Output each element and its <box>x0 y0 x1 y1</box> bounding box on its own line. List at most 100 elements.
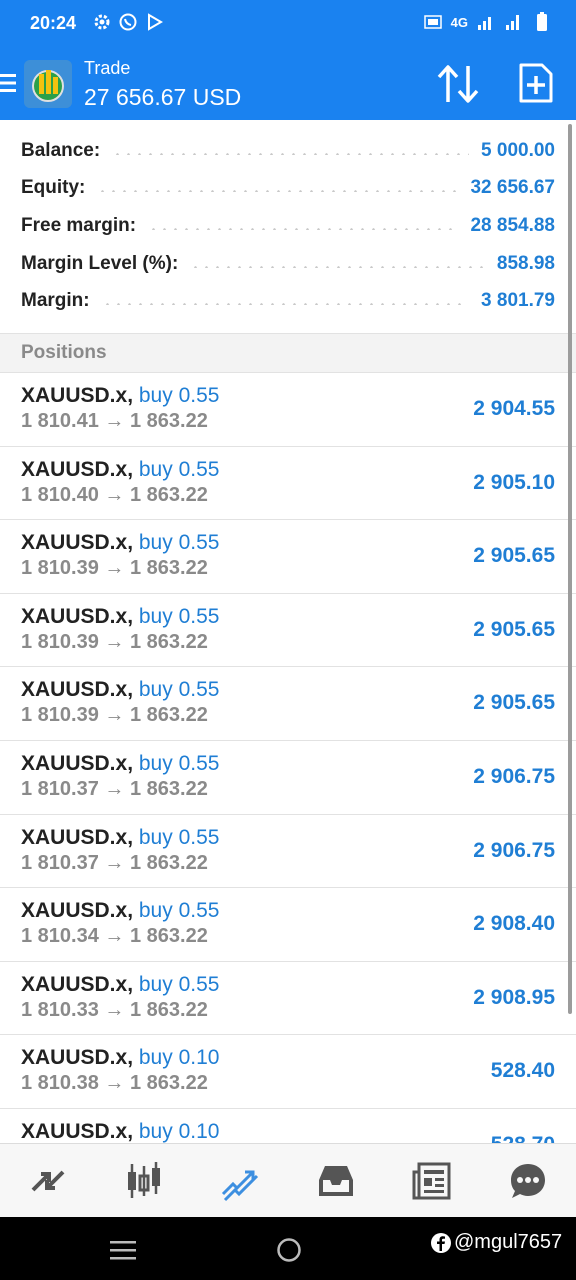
open-price: 1 810.34 <box>21 925 99 948</box>
position-title: XAUUSD.x, buy 0.55 <box>21 605 219 629</box>
open-price: 1 810.40 <box>21 483 99 506</box>
position-type-volume: buy 0.55 <box>138 604 220 628</box>
position-row[interactable]: XAUUSD.x, buy 0.55 1 810.40 → 1 863.22 2 9… <box>0 446 576 521</box>
position-title: XAUUSD.x, buy 0.55 <box>21 899 219 923</box>
position-prices: 1 810.37 → 1 863.22 <box>21 778 208 801</box>
position-title: XAUUSD.x, buy 0.55 <box>21 826 219 850</box>
position-profit: 2 908.40 <box>473 912 555 936</box>
position-profit: 2 905.10 <box>473 470 555 494</box>
quotes-icon <box>31 1170 65 1191</box>
open-price: 1 810.39 <box>21 557 99 580</box>
nav-chart[interactable] <box>96 1144 192 1217</box>
summary-value: 3 801.79 <box>481 290 555 311</box>
nav-quotes[interactable] <box>0 1144 96 1217</box>
position-type-volume: buy 0.10 <box>138 1046 220 1070</box>
current-price: 1 863.22 <box>129 925 208 948</box>
arrow-icon: → <box>104 777 125 800</box>
position-symbol: XAUUSD.x, <box>21 384 134 407</box>
summary-row-margin: Margin: 3 801.79 <box>21 286 555 316</box>
position-type-volume: buy 0.55 <box>138 751 220 775</box>
nav-trade[interactable] <box>192 1144 288 1217</box>
summary-label: Free margin: <box>21 215 137 236</box>
position-row[interactable]: XAUUSD.x, buy 0.10 1 810.38 → 1 863.22 528… <box>0 1035 576 1109</box>
position-title: XAUUSD.x, buy 0.55 <box>21 752 219 776</box>
position-title: XAUUSD.x, buy 0.55 <box>21 458 219 482</box>
position-type-volume: buy 0.55 <box>138 825 220 849</box>
positions-header-label: Positions <box>21 342 107 363</box>
gear-icon <box>94 14 110 30</box>
position-title: XAUUSD.x, buy 0.55 <box>21 973 219 997</box>
play-icon <box>148 13 163 31</box>
position-row[interactable]: XAUUSD.x, buy 0.55 1 810.39 → 1 863.22 2 9… <box>0 667 576 741</box>
home-icon[interactable] <box>276 1237 302 1263</box>
nav-chat[interactable] <box>480 1144 576 1217</box>
position-row[interactable]: XAUUSD.x, buy 0.55 1 810.33 → 1 863.22 2 9… <box>0 961 576 1036</box>
app-subtitle: Trade <box>84 58 131 78</box>
summary-row-balance: Balance: 5 000.00 <box>21 136 555 166</box>
position-row[interactable]: XAUUSD.x, buy 0.55 1 810.37 → 1 863.22 2 9… <box>0 740 576 815</box>
position-prices: 1 810.38 → 1 863.22 <box>21 1072 208 1095</box>
position-type-volume: buy 0.10 <box>138 1119 220 1143</box>
position-row[interactable]: XAUUSD.x, buy 0.55 1 810.39 → 1 863.22 2 9… <box>0 593 576 668</box>
arrow-icon: → <box>104 998 125 1021</box>
dotted-leader <box>190 266 485 268</box>
app-logo <box>24 60 72 108</box>
scrollbar[interactable] <box>568 124 572 1014</box>
battery-icon <box>537 12 547 31</box>
current-price: 1 863.22 <box>129 557 208 580</box>
nav-history[interactable] <box>288 1144 384 1217</box>
sort-icon[interactable] <box>436 64 480 104</box>
menu-icon[interactable] <box>0 72 16 94</box>
position-profit: 528.70 <box>491 1133 555 1143</box>
app-bar: Trade 27 656.67 USD <box>0 48 576 120</box>
position-row[interactable]: XAUUSD.x, buy 0.10 → 528.70 <box>0 1108 576 1143</box>
position-title: XAUUSD.x, buy 0.55 <box>21 531 219 555</box>
current-price: 1 863.22 <box>129 410 208 432</box>
position-symbol: XAUUSD.x, <box>21 751 134 775</box>
position-title: XAUUSD.x, buy 0.55 <box>21 678 219 702</box>
position-row[interactable]: XAUUSD.x, buy 0.55 1 810.39 → 1 863.22 2 9… <box>0 520 576 594</box>
position-symbol: XAUUSD.x, <box>21 678 134 702</box>
signal-icon <box>506 15 519 30</box>
summary-value: 5 000.00 <box>481 140 555 161</box>
open-price: 1 810.33 <box>21 998 99 1021</box>
open-price: 1 810.37 <box>21 851 99 874</box>
watermark: @mgul7657 <box>430 1231 562 1254</box>
open-price: 1 810.38 <box>21 1072 99 1095</box>
position-profit: 2 908.95 <box>473 985 555 1009</box>
summary-value: 32 656.67 <box>470 177 555 198</box>
position-profit: 2 906.75 <box>473 838 555 862</box>
bottom-navigation <box>0 1143 576 1217</box>
open-price: 1 810.39 <box>21 704 99 727</box>
facebook-icon <box>431 1232 451 1253</box>
dotted-leader <box>101 303 470 305</box>
position-symbol: XAUUSD.x, <box>21 531 134 555</box>
position-prices: 1 810.39 → 1 863.22 <box>21 557 208 580</box>
positions-section-header: Positions <box>0 334 576 373</box>
position-symbol: XAUUSD.x, <box>21 1119 134 1143</box>
position-prices: 1 810.41 → 1 863.22 <box>21 410 208 433</box>
trade-icon <box>221 1170 259 1201</box>
whatsapp-icon <box>119 13 137 31</box>
volte-icon <box>423 15 442 29</box>
position-row[interactable]: XAUUSD.x, buy 0.55 1 810.34 → 1 863.22 2 9… <box>0 888 576 962</box>
current-price: 1 863.22 <box>129 851 208 874</box>
position-profit: 2 905.65 <box>473 617 555 641</box>
status-bar: 20:24 4G <box>0 0 576 48</box>
arrow-icon: → <box>104 630 125 653</box>
position-row[interactable]: XAUUSD.x, buy 0.55 1 810.41 → 1 863.22 2 9… <box>0 373 576 447</box>
history-icon <box>319 1165 353 1196</box>
position-prices: 1 810.33 → 1 863.22 <box>21 999 208 1022</box>
position-type-volume: buy 0.55 <box>138 531 220 555</box>
recent-apps-icon[interactable] <box>110 1239 136 1261</box>
summary-label: Margin: <box>21 290 90 311</box>
position-type-volume: buy 0.55 <box>138 678 220 702</box>
open-price: 1 810.37 <box>21 777 99 800</box>
position-row[interactable]: XAUUSD.x, buy 0.55 1 810.37 → 1 863.22 2 9… <box>0 814 576 889</box>
position-symbol: XAUUSD.x, <box>21 1046 134 1070</box>
nav-news[interactable] <box>384 1144 480 1217</box>
current-price: 1 863.22 <box>129 704 208 727</box>
position-prices: 1 810.39 → 1 863.22 <box>21 631 208 654</box>
new-order-icon[interactable] <box>518 62 554 104</box>
position-profit: 2 905.65 <box>473 544 555 568</box>
